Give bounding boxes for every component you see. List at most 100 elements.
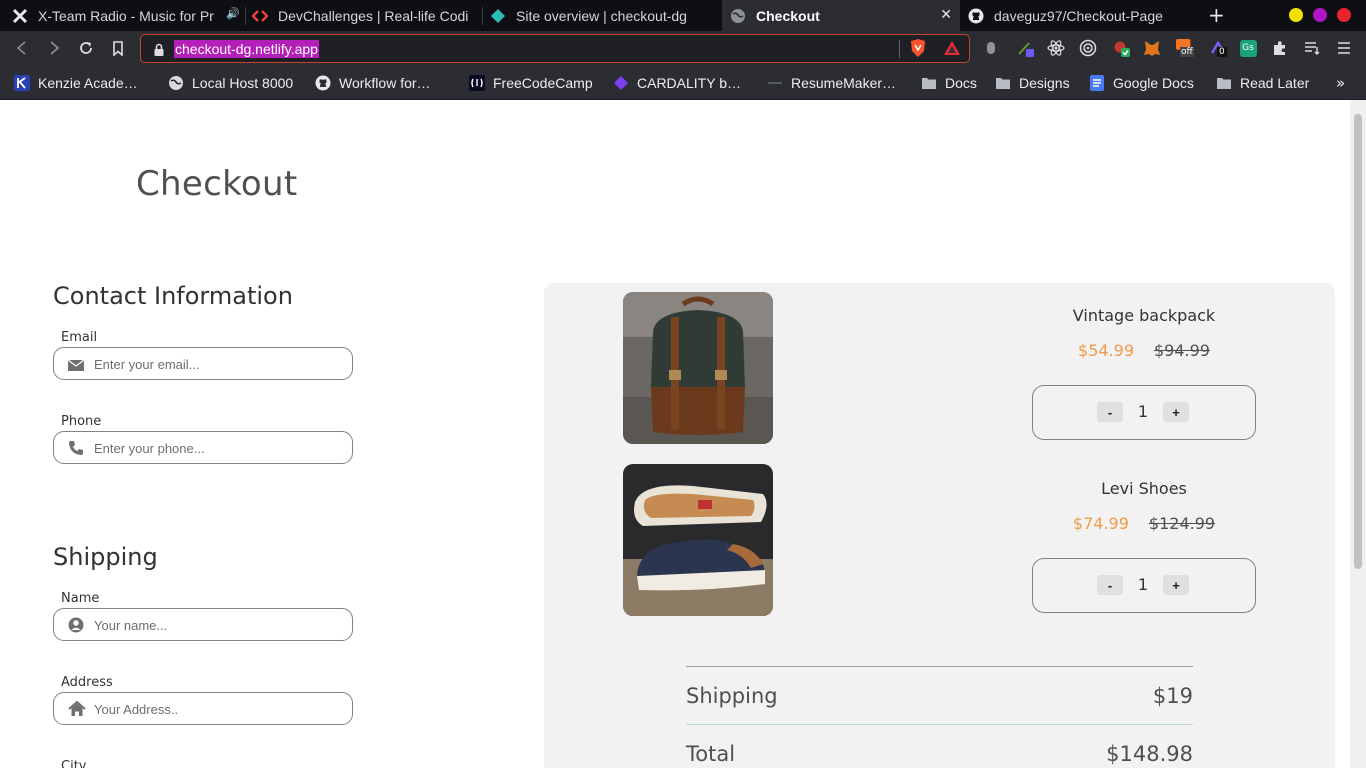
freecodecamp-icon xyxy=(469,75,485,91)
extension-color-picker-icon[interactable] xyxy=(1016,39,1034,57)
extension-mouse-icon[interactable] xyxy=(982,39,1000,57)
off-badge: off xyxy=(1180,47,1194,57)
email-input[interactable] xyxy=(94,353,344,375)
reload-button[interactable] xyxy=(76,38,96,58)
close-window-button[interactable] xyxy=(1337,8,1351,22)
quantity-value: 1 xyxy=(1137,402,1149,421)
phone-input[interactable] xyxy=(94,437,344,459)
tab-github-checkout-page[interactable]: daveguz97/Checkout-Page xyxy=(968,0,1198,31)
x-team-icon xyxy=(12,8,28,24)
bookmark-workflow[interactable]: Workflow for… xyxy=(315,72,431,94)
page-viewport: Checkout Contact Information Email Phone… xyxy=(0,100,1350,768)
menu-icon[interactable] xyxy=(1335,39,1353,57)
browser-toolbar: checkout-dg.netlify.app off 0 Gs xyxy=(0,31,1366,66)
bookmark-google-docs[interactable]: Google Docs xyxy=(1089,72,1194,94)
name-input[interactable] xyxy=(94,614,344,636)
bookmark-kenzie-academy[interactable]: Kenzie Acade… xyxy=(14,72,138,94)
shipping-heading: Shipping xyxy=(53,543,158,571)
email-field[interactable] xyxy=(53,347,353,380)
summary-divider xyxy=(686,666,1193,667)
bookmark-resumemaker[interactable]: ResumeMaker… xyxy=(767,72,896,94)
page-title: Checkout xyxy=(136,164,298,204)
address-label: Address xyxy=(61,675,113,690)
increase-quantity-button[interactable]: + xyxy=(1163,402,1189,422)
reading-list-icon[interactable] xyxy=(1303,39,1321,57)
decrease-quantity-button[interactable]: - xyxy=(1097,402,1123,422)
maximize-button[interactable] xyxy=(1313,8,1327,22)
envelope-icon xyxy=(67,356,85,372)
page-scrollbar[interactable] xyxy=(1350,100,1366,768)
contact-heading: Contact Information xyxy=(53,282,293,310)
tab-checkout-active[interactable]: Checkout ✕ xyxy=(722,0,960,31)
city-label: City xyxy=(61,759,87,768)
user-circle-icon xyxy=(68,617,84,633)
brave-shield-icon[interactable] xyxy=(909,39,927,57)
tab-separator xyxy=(482,7,483,25)
shipping-label: Shipping xyxy=(686,684,778,708)
devchallenges-icon xyxy=(252,8,268,24)
react-devtools-icon[interactable] xyxy=(1047,39,1065,57)
quantity-stepper: - 1 + xyxy=(1032,558,1256,613)
bookmark-icon[interactable] xyxy=(108,38,128,58)
bookmark-freecodecamp[interactable]: FreeCodeCamp xyxy=(469,72,593,94)
original-price: $94.99 xyxy=(1154,341,1210,360)
extension-target-icon[interactable] xyxy=(1079,39,1097,57)
email-label: Email xyxy=(61,330,98,345)
address-field[interactable] xyxy=(53,692,353,725)
total-value: $148.98 xyxy=(1106,742,1193,766)
minimize-button[interactable] xyxy=(1289,8,1303,22)
bookmark-folder-read-later[interactable]: Read Later xyxy=(1216,72,1309,94)
brave-rewards-icon[interactable] xyxy=(943,39,961,57)
new-tab-button[interactable]: + xyxy=(1208,3,1225,27)
gs-badge: Gs xyxy=(1239,39,1257,57)
google-docs-icon xyxy=(1089,75,1105,91)
extensions-puzzle-icon[interactable] xyxy=(1271,39,1289,57)
resumemaker-icon xyxy=(767,75,783,91)
quantity-stepper: - 1 + xyxy=(1032,385,1256,440)
speaker-icon[interactable]: 🔊 xyxy=(226,7,240,20)
bookmark-local-host-8000[interactable]: Local Host 8000 xyxy=(168,72,293,94)
summary-divider xyxy=(686,724,1193,725)
metamask-icon[interactable] xyxy=(1143,39,1161,57)
product-name: Levi Shoes xyxy=(1101,479,1187,498)
total-label: Total xyxy=(686,742,736,766)
phone-field[interactable] xyxy=(53,431,353,464)
tab-x-team-radio[interactable]: X-Team Radio - Music for Pr 🔊 xyxy=(12,0,242,31)
more-bookmarks-icon[interactable]: » xyxy=(1336,74,1345,92)
extension-counter-icon[interactable]: 0 xyxy=(1209,39,1227,57)
scrollbar-thumb[interactable] xyxy=(1354,114,1362,569)
shipping-value: $19 xyxy=(1152,684,1193,708)
tab-separator xyxy=(245,7,246,25)
shoes-image xyxy=(623,464,773,616)
sale-price: $54.99 xyxy=(1078,341,1134,360)
increase-quantity-button[interactable]: + xyxy=(1163,575,1189,595)
bookmarks-bar: Kenzie Acade… Local Host 8000 Workflow f… xyxy=(0,66,1366,100)
phone-icon xyxy=(68,440,84,456)
extension-bug-check-icon[interactable] xyxy=(1112,39,1130,57)
tab-bar: X-Team Radio - Music for Pr 🔊 DevChallen… xyxy=(0,0,1366,31)
name-label: Name xyxy=(61,591,100,606)
sale-price: $74.99 xyxy=(1072,514,1129,533)
url-text[interactable]: checkout-dg.netlify.app xyxy=(174,40,319,58)
extension-off-badge-icon[interactable]: off xyxy=(1176,39,1194,57)
tab-netlify-site-overview[interactable]: Site overview | checkout-dg xyxy=(490,0,720,31)
name-field[interactable] xyxy=(53,608,353,641)
decrease-quantity-button[interactable]: - xyxy=(1097,575,1123,595)
price-row: $54.99 $94.99 xyxy=(1032,341,1256,360)
bookmark-cardality[interactable]: CARDALITY b… xyxy=(613,72,741,94)
address-input[interactable] xyxy=(94,698,344,720)
cart-panel: Vintage backpack $54.99 $94.99 - 1 + Lev… xyxy=(544,283,1335,768)
forward-button[interactable] xyxy=(44,38,64,58)
bookmark-folder-designs[interactable]: Designs xyxy=(995,72,1070,94)
github-icon xyxy=(315,75,331,91)
back-button[interactable] xyxy=(12,38,32,58)
close-tab-icon[interactable]: ✕ xyxy=(940,6,952,23)
original-price: $124.99 xyxy=(1148,514,1216,533)
backpack-image xyxy=(623,292,773,444)
tab-devchallenges[interactable]: DevChallenges | Real-life Codi xyxy=(252,0,478,31)
extension-gs-icon[interactable]: Gs xyxy=(1239,39,1257,57)
bookmark-folder-docs[interactable]: Docs xyxy=(921,72,977,94)
folder-icon xyxy=(1216,75,1232,91)
address-bar[interactable]: checkout-dg.netlify.app xyxy=(140,34,970,63)
netlify-icon xyxy=(490,8,506,24)
